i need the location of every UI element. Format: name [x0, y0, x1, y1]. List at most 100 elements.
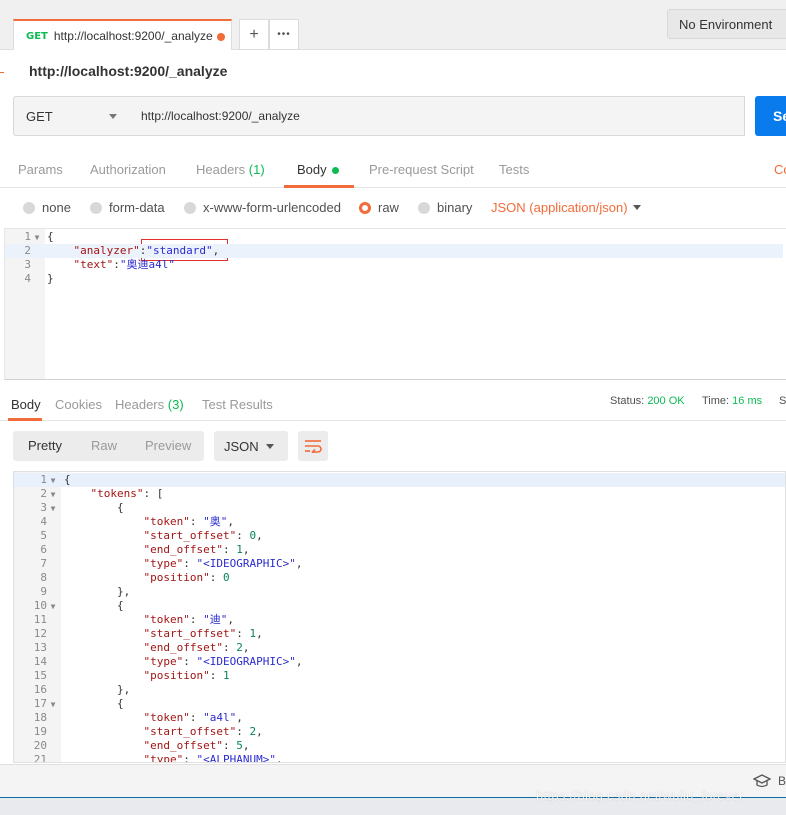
fold-toggle-icon[interactable]: ▼ — [31, 231, 43, 245]
cookies-code-link[interactable]: Co — [774, 162, 786, 177]
code-text: { — [64, 697, 124, 711]
response-tab-headers[interactable]: Headers (3) — [115, 397, 184, 412]
radio-binary-label: binary — [437, 200, 473, 215]
code-token: : [ — [143, 487, 164, 500]
radio-none[interactable]: none — [23, 200, 71, 215]
code-line: 1 ▼ { — [14, 473, 785, 487]
fold-toggle-icon[interactable]: ▼ — [47, 488, 59, 502]
request-name: http://localhost:9200/_analyze — [29, 63, 228, 79]
fold-toggle-icon[interactable]: ▼ — [47, 502, 59, 516]
response-tab-cookies[interactable]: Cookies — [55, 397, 102, 412]
tab-title: http://localhost:9200/_analyze — [53, 29, 213, 43]
line-number: 11 — [33, 613, 47, 626]
tab-headers[interactable]: Headers (1) — [196, 162, 265, 177]
radio-raw[interactable]: raw — [359, 200, 399, 215]
radio-selected-icon — [359, 201, 371, 214]
response-tab-test-results[interactable]: Test Results — [202, 397, 273, 412]
code-token: "end_offset" — [143, 641, 223, 654]
content-type-select[interactable]: JSON (application/json) — [491, 200, 628, 215]
request-tab[interactable]: GET http://localhost:9200/_analyze — [13, 19, 232, 51]
send-button[interactable]: Se — [755, 96, 786, 136]
code-text: "token": "奥", — [64, 515, 233, 529]
tab-authorization[interactable]: Authorization — [90, 162, 166, 177]
line-number: 2 — [24, 244, 31, 257]
code-text: "end_offset": 1, — [64, 543, 249, 557]
code-text: { — [47, 230, 54, 244]
wrap-lines-button[interactable] — [298, 431, 328, 461]
method-select[interactable]: GET — [13, 96, 130, 136]
environment-select[interactable]: No Environment — [667, 9, 786, 39]
code-token: 5 — [236, 739, 243, 752]
tab-tests[interactable]: Tests — [499, 162, 529, 177]
code-line: 13 "end_offset": 2, — [14, 641, 785, 655]
tab-prerequest-script[interactable]: Pre-request Script — [369, 162, 474, 177]
more-tabs-button[interactable]: ••• — [269, 19, 299, 50]
line-number: 15 — [33, 669, 47, 682]
tab-body[interactable]: Body — [297, 162, 339, 177]
code-token: "analyzer" — [73, 244, 140, 257]
code-token: "type" — [143, 753, 184, 763]
code-line: 16 }, — [14, 683, 785, 697]
code-line: 12 "start_offset": 1, — [14, 627, 785, 641]
code-line: 8 "position": 0 — [14, 571, 785, 585]
code-token: "a4l" — [203, 711, 237, 724]
format-select[interactable]: JSON — [214, 431, 288, 461]
view-pretty-button[interactable]: Pretty — [28, 438, 62, 453]
response-body-editor[interactable]: 1 ▼{2 ▼ "tokens": [3 ▼ {4 "token": "奥", 5 "s… — [13, 471, 786, 763]
code-token: , — [227, 613, 234, 626]
code-token: 1 — [222, 669, 230, 682]
code-line: 2 "analyzer":"standard", — [5, 244, 783, 258]
url-input[interactable]: http://localhost:9200/_analyze — [129, 96, 745, 136]
time-value: 16 ms — [732, 395, 763, 407]
fold-toggle-icon[interactable]: ▼ — [47, 600, 59, 614]
request-body-editor[interactable]: 1 ▼{2 "analyzer":"standard", 3 "text":"奥迪a… — [4, 228, 786, 380]
view-raw-button[interactable]: Raw — [91, 438, 117, 453]
fold-toggle-icon[interactable]: ▼ — [47, 698, 59, 712]
bootcamp-icon[interactable] — [753, 774, 771, 788]
code-token: "end_offset" — [143, 739, 223, 752]
tab-params[interactable]: Params — [18, 162, 63, 177]
bootcamp-label[interactable]: B — [778, 774, 786, 788]
code-token: , — [295, 557, 303, 570]
response-tab-body[interactable]: Body — [11, 397, 41, 412]
radio-form-data[interactable]: form-data — [90, 200, 165, 215]
fold-toggle-icon[interactable]: ▼ — [47, 474, 59, 488]
code-line: 9 }, — [14, 585, 785, 599]
code-line: 10 ▼ { — [14, 599, 785, 613]
code-token: : — [209, 571, 223, 584]
watermark: https://blog.csdn.net/wuliu_forever — [536, 788, 744, 803]
code-token: , — [242, 543, 250, 556]
code-token: "token" — [143, 515, 190, 528]
code-token: "<IDEOGRAPHIC>" — [196, 557, 296, 570]
response-tab-headers-label: Headers — [115, 397, 165, 412]
code-token: } — [47, 272, 54, 285]
radio-binary[interactable]: binary — [418, 200, 472, 215]
line-number: 2 — [40, 487, 47, 500]
code-token: : — [183, 655, 197, 668]
code-token: : — [236, 627, 250, 640]
view-preview-button[interactable]: Preview — [145, 438, 191, 453]
tab-headers-label: Headers — [196, 162, 246, 177]
code-token: , — [236, 711, 243, 724]
code-token: "迪" — [203, 613, 228, 626]
code-line: 18 "token": "a4l", — [14, 711, 785, 725]
radio-raw-label: raw — [378, 200, 399, 215]
code-line: 1 ▼ { — [5, 230, 783, 244]
format-value: JSON — [224, 438, 259, 454]
radio-circle-icon — [418, 201, 430, 214]
line-number: 3 — [24, 258, 31, 271]
code-token: 1 — [236, 543, 243, 556]
line-number: 4 — [24, 272, 31, 285]
add-tab-button[interactable]: + — [239, 19, 269, 50]
code-token: : — [236, 529, 250, 542]
radio-urlencoded[interactable]: x-www-form-urlencoded — [184, 200, 341, 215]
code-text: }, — [64, 683, 130, 697]
chevron-down-icon[interactable] — [633, 205, 641, 210]
